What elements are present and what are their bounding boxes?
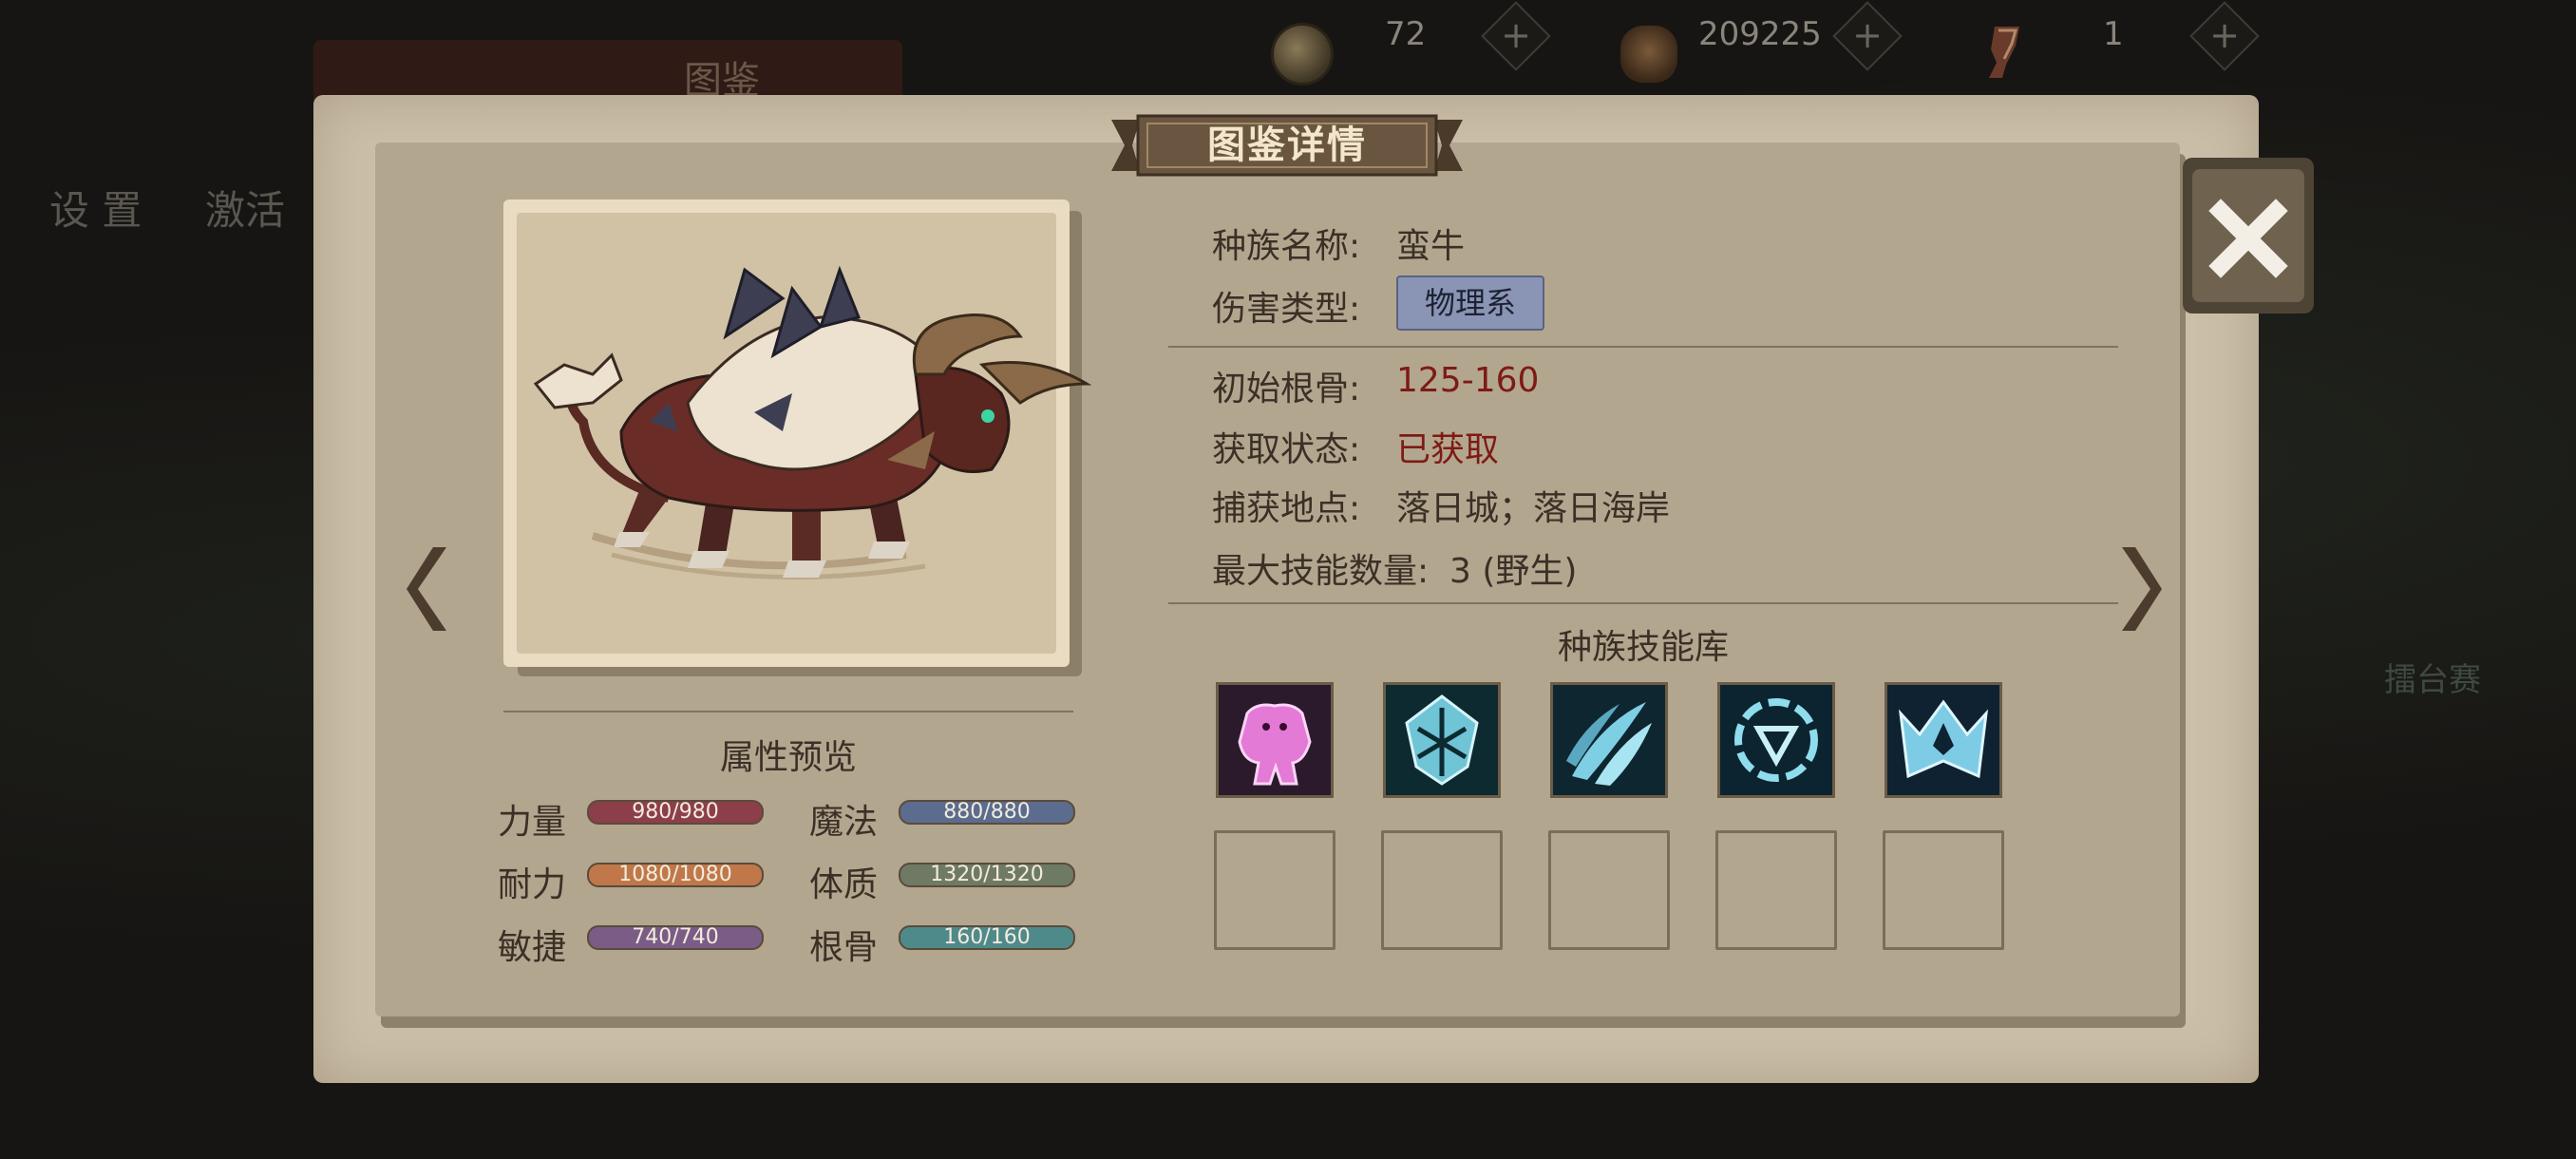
attr-strength-bar: 980/980 <box>587 800 764 825</box>
previous-arrow-button[interactable] <box>405 542 462 636</box>
initial-bone-label: 初始根骨: <box>1212 370 1361 408</box>
background-nav-settings: 设 置 <box>49 187 142 234</box>
attr-agility-label: 敏捷 <box>498 928 567 967</box>
initial-bone-value: 125-160 <box>1396 361 1540 400</box>
acquire-status-label: 获取状态: <box>1212 430 1361 469</box>
pink-golem-skill-icon[interactable] <box>1216 682 1334 798</box>
skill-library-title: 种族技能库 <box>1557 628 1729 667</box>
crown-wing-skill-icon[interactable] <box>1885 682 2002 798</box>
scroll-icon <box>1989 27 2019 78</box>
coin-icon <box>1271 23 1334 86</box>
background-nav-activate: 激活 <box>205 187 286 234</box>
attr-magic-label: 魔法 <box>809 803 879 842</box>
attr-constitution-label: 体质 <box>809 865 879 904</box>
bull-creature-image <box>533 265 1092 580</box>
acquire-status-value: 已获取 <box>1396 430 1500 469</box>
attr-constitution-bar: 1320/1320 <box>899 863 1075 887</box>
gold-stack-icon <box>1620 26 1677 83</box>
max-skill-label: 最大技能数量: <box>1212 552 1430 591</box>
empty-skill-slot[interactable] <box>1548 830 1670 950</box>
card-divider <box>503 711 1073 712</box>
close-button[interactable] <box>2183 158 2314 314</box>
panel-title: 图鉴详情 <box>1207 124 1367 167</box>
info-divider-bottom <box>1168 602 2118 604</box>
rune-circle-skill-icon[interactable] <box>1717 682 1835 798</box>
empty-skill-slot[interactable] <box>1715 830 1837 950</box>
max-skill-value: 3 (野生) <box>1449 552 1578 591</box>
creature-card <box>503 200 1092 667</box>
attr-magic-bar: 880/880 <box>899 800 1075 825</box>
capture-location-value: 落日城；落日海岸 <box>1396 489 1671 528</box>
panel-header: 图鉴详情 <box>1111 112 1463 179</box>
chevron-left-icon <box>407 547 446 631</box>
gold-value: 209225 <box>1698 15 1822 53</box>
resource-scroll <box>1978 21 2035 87</box>
capture-location-label: 捕获地点: <box>1212 489 1361 528</box>
close-icon <box>2208 199 2288 278</box>
ice-shield-skill-icon[interactable] <box>1383 682 1501 798</box>
empty-skill-slot[interactable] <box>1883 830 2004 950</box>
attr-bone-bar: 160/160 <box>899 925 1075 950</box>
attributes-title: 属性预览 <box>719 738 857 777</box>
attr-agility-bar: 740/740 <box>587 925 764 950</box>
background-arena-label: 擂台赛 <box>2384 661 2481 699</box>
resource-gold <box>1620 21 1677 87</box>
damage-type-label: 伤害类型: <box>1212 290 1361 329</box>
empty-skill-slot[interactable] <box>1214 830 1335 950</box>
attr-strength-label: 力量 <box>498 803 567 842</box>
attr-stamina-label: 耐力 <box>498 865 567 904</box>
attr-stamina-bar: 1080/1080 <box>587 863 764 887</box>
attr-bone-label: 根骨 <box>809 928 879 967</box>
resource-coin <box>1271 21 1334 87</box>
empty-skill-slot[interactable] <box>1381 830 1503 950</box>
scroll-value: 1 <box>2103 15 2124 53</box>
damage-type-badge: 物理系 <box>1396 276 1544 331</box>
coin-value: 72 <box>1385 15 1427 53</box>
creature-portrait <box>517 213 1092 654</box>
species-value: 蛮牛 <box>1396 227 1466 266</box>
info-divider-top <box>1168 346 2118 348</box>
species-label: 种族名称: <box>1212 227 1361 266</box>
claw-slash-skill-icon[interactable] <box>1550 682 1668 798</box>
